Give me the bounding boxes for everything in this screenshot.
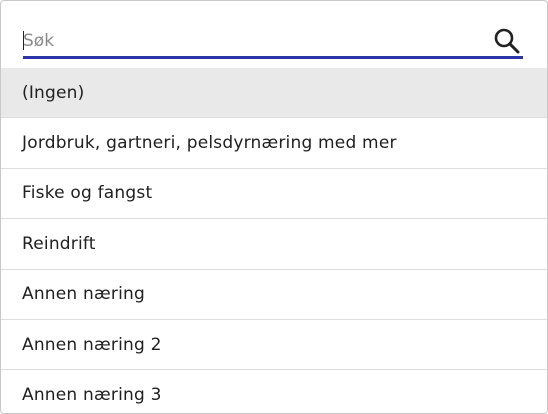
list-item-label: (Ingen): [22, 82, 85, 103]
list-item-annen-naering-2[interactable]: Annen næring 2: [1, 320, 547, 371]
list-item-label: Reindrift: [22, 233, 96, 254]
list-item-annen-naering[interactable]: Annen næring: [1, 270, 547, 320]
list-item-label: Jordbruk, gartneri, pelsdyrnæring med me…: [22, 133, 397, 154]
list-item-label: Annen næring: [22, 284, 145, 305]
list-item-fiske[interactable]: Fiske og fangst: [1, 169, 547, 220]
list-item-label: Annen næring 3: [22, 385, 162, 406]
dropdown-panel: (Ingen) Jordbruk, gartneri, pelsdyrnærin…: [0, 0, 548, 414]
search-icon[interactable]: [493, 28, 521, 54]
search-field: [23, 28, 523, 59]
text-caret: [23, 31, 24, 50]
list-item-label: Annen næring 2: [22, 334, 162, 355]
search-input[interactable]: [23, 30, 483, 52]
search-area: [1, 1, 547, 67]
list-item-annen-naering-3[interactable]: Annen næring 3: [1, 370, 547, 413]
list-item-jordbruk[interactable]: Jordbruk, gartneri, pelsdyrnæring med me…: [1, 118, 547, 169]
list-item-label: Fiske og fangst: [22, 183, 153, 204]
option-list: (Ingen) Jordbruk, gartneri, pelsdyrnærin…: [1, 68, 547, 413]
list-item-ingen[interactable]: (Ingen): [1, 68, 547, 119]
list-item-reindrift[interactable]: Reindrift: [1, 219, 547, 270]
